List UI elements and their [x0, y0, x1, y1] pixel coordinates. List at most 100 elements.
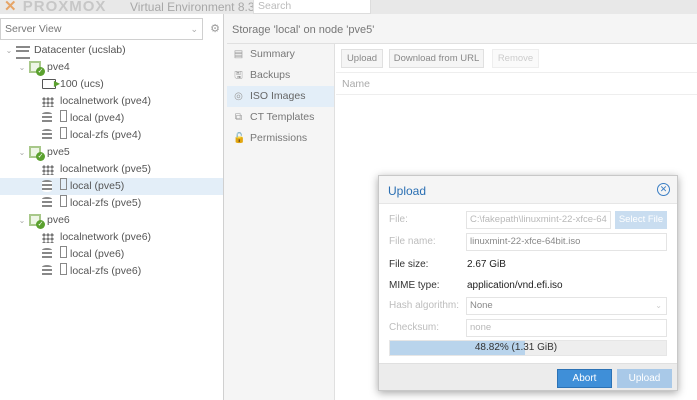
templates-icon: ⧉	[234, 112, 243, 123]
chevron-down-icon: ⌄	[655, 301, 662, 310]
checksum-row: Checksum: none	[379, 318, 677, 338]
chevron-down-icon: ⌄	[190, 24, 198, 34]
submenu-item-label: Permissions	[250, 132, 308, 144]
column-header-name[interactable]: Name	[336, 73, 697, 95]
tree-item-label: local (pve4)	[60, 110, 124, 127]
dialog-title: Upload	[388, 184, 427, 198]
tree-item[interactable]: 100 (ucs)	[0, 75, 223, 93]
storage-icon	[42, 112, 52, 124]
tree-item[interactable]: local-zfs (pve4)	[0, 127, 223, 144]
progress-text: 48.82% (1.31 GiB)	[474, 342, 558, 353]
view-selector[interactable]: Server View ⌄	[0, 18, 203, 40]
tree-item[interactable]: local-zfs (pve5)	[0, 195, 223, 212]
network-icon	[42, 165, 54, 175]
resource-tree-panel: Server View ⌄ ⚙ ⌄ Datacenter (ucslab) ⌄ pve…	[0, 14, 224, 400]
close-icon[interactable]: ✕	[657, 183, 670, 196]
summary-icon: ▤	[233, 49, 244, 60]
storage-icon	[42, 248, 52, 260]
filename-row: File name: linuxmint-22-xfce-64bit.iso	[379, 232, 677, 252]
tree-item-label: localnetwork (pve4)	[60, 95, 152, 107]
storage-icon	[42, 197, 52, 209]
tree-item-label: localnetwork (pve6)	[60, 231, 152, 243]
page-title: Storage 'local' on node 'pve5'	[227, 14, 697, 44]
node-icon	[29, 61, 45, 76]
tree-item[interactable]: localnetwork (pve4)	[0, 93, 223, 110]
tree-item-label: local-zfs (pve4)	[60, 127, 141, 144]
expand-icon[interactable]: ⌄	[17, 59, 27, 76]
tree-item-label: localnetwork (pve5)	[60, 163, 152, 175]
datacenter-icon	[16, 46, 30, 59]
tree-item[interactable]: ⌄ pve5	[0, 144, 223, 161]
upload-dialog: Upload ✕ File: C:\fakepath\linuxmint-22-…	[378, 175, 678, 391]
tree-item-label: Datacenter (ucslab)	[34, 44, 126, 56]
dialog-footer: Abort Upload	[379, 363, 677, 390]
dialog-upload-button[interactable]: Upload	[617, 369, 672, 388]
storage-submenu: ▤ Summary 🖫 Backups ◎ ISO Images ⧉ CT Templates…	[227, 44, 335, 400]
submenu-item-label: Backups	[250, 69, 291, 81]
iso-icon: ◎	[234, 91, 243, 102]
tree-item[interactable]: ⌄ pve4	[0, 59, 223, 76]
file-field[interactable]: C:\fakepath\linuxmint-22-xfce-64	[466, 211, 611, 229]
upload-progress-bar: 48.82% (1.31 GiB)	[389, 340, 667, 356]
submenu-item[interactable]: 🖫 Backups	[227, 65, 334, 86]
tree-item-label: pve6	[47, 214, 70, 226]
download-from-url-button[interactable]: Download from URL	[389, 49, 484, 68]
tree-item[interactable]: local (pve5)	[0, 178, 223, 195]
backups-icon: 🖫	[234, 70, 243, 81]
tree-item[interactable]: ⌄ Datacenter (ucslab)	[0, 42, 223, 59]
submenu-item[interactable]: 🔓 Permissions	[227, 128, 334, 149]
filename-label: File name:	[389, 236, 436, 247]
node-icon	[29, 214, 45, 229]
tree-item-label: pve4	[47, 61, 70, 73]
expand-icon[interactable]: ⌄	[17, 144, 27, 161]
tree-item-label: pve5	[47, 146, 70, 158]
tree-item-label: local-zfs (pve6)	[60, 263, 141, 280]
search-input[interactable]: Search	[253, 0, 371, 14]
hash-select[interactable]: None ⌄	[466, 297, 667, 315]
submenu-item-label: Summary	[250, 48, 295, 60]
mime-label: MIME type:	[389, 280, 440, 291]
version-label: Virtual Environment 8.3.0	[130, 0, 265, 14]
tree-item[interactable]: localnetwork (pve6)	[0, 229, 223, 246]
checksum-field[interactable]: none	[466, 319, 667, 337]
checksum-label: Checksum:	[389, 322, 440, 333]
tree-item[interactable]: local (pve6)	[0, 246, 223, 263]
gear-icon[interactable]: ⚙	[206, 18, 224, 40]
toolbar: Upload Download from URL Remove	[336, 44, 697, 73]
hash-row: Hash algorithm: None ⌄	[379, 296, 677, 316]
tree-item-label: 100 (ucs)	[60, 78, 104, 90]
tree-item[interactable]: ⌄ pve6	[0, 212, 223, 229]
tree-item[interactable]: localnetwork (pve5)	[0, 161, 223, 178]
filesize-value: 2.67 GiB	[467, 259, 506, 270]
abort-button[interactable]: Abort	[557, 369, 612, 388]
vm-icon	[42, 75, 60, 92]
storage-icon	[42, 265, 52, 277]
dialog-header: Upload ✕	[379, 176, 677, 204]
remove-button[interactable]: Remove	[492, 49, 539, 68]
submenu-item[interactable]: ◎ ISO Images	[227, 86, 334, 107]
submenu-item[interactable]: ⧉ CT Templates	[227, 107, 334, 128]
upload-button[interactable]: Upload	[341, 49, 383, 68]
tree-item[interactable]: local (pve4)	[0, 110, 223, 127]
expand-icon[interactable]: ⌄	[17, 212, 27, 229]
expand-icon[interactable]: ⌄	[4, 42, 14, 59]
filesize-row: File size: 2.67 GiB	[379, 255, 677, 275]
submenu-item-label: CT Templates	[250, 111, 315, 123]
proxmox-logo[interactable]: ✕ PROXMOX	[4, 0, 106, 15]
select-file-button[interactable]: Select File	[615, 211, 667, 229]
file-row: File: C:\fakepath\linuxmint-22-xfce-64 S…	[379, 210, 677, 230]
submenu-item[interactable]: ▤ Summary	[227, 44, 334, 65]
tree-item-label: local-zfs (pve5)	[60, 195, 141, 212]
file-label: File:	[389, 214, 408, 225]
tree-item-label: local (pve6)	[60, 246, 124, 263]
storage-icon	[42, 180, 52, 192]
resource-tree: ⌄ Datacenter (ucslab) ⌄ pve4 100 (ucs) localn…	[0, 42, 223, 280]
tree-item-label: local (pve5)	[60, 178, 124, 195]
network-icon	[42, 233, 54, 243]
filename-field[interactable]: linuxmint-22-xfce-64bit.iso	[466, 233, 667, 251]
submenu-item-label: ISO Images	[250, 90, 306, 102]
node-icon	[29, 146, 45, 161]
filesize-label: File size:	[389, 259, 429, 270]
tree-item[interactable]: local-zfs (pve6)	[0, 263, 223, 280]
hash-label: Hash algorithm:	[389, 300, 460, 311]
